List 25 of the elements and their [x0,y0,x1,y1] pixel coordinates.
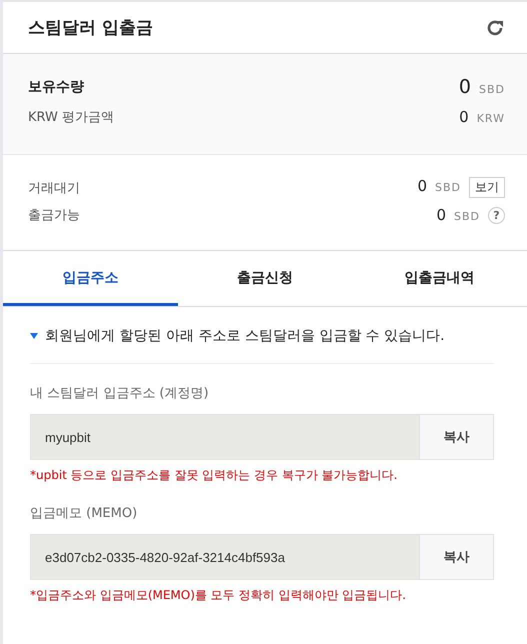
holding-label: KRW 평가금액 [28,109,114,126]
notice-text: 회원님에게 할당된 아래 주소로 스팀달러을 입금할 수 있습니다. [45,327,445,345]
field-label: 내 스팀달러 입금주소 (계정명) [30,385,210,402]
page-title: 스팀달러 입출금 [28,17,153,39]
warning-text: *upbit 등으로 입금주소를 잘못 입력하는 경우 복구가 불가능합니다. [30,467,398,484]
view-button[interactable]: 보기 [469,177,505,198]
balance-label: 거래대기 [28,180,80,196]
balance-label: 출금가능 [28,207,80,224]
help-icon[interactable]: ? [488,206,505,224]
refresh-icon[interactable] [485,18,505,38]
balance-value: 0 [436,206,446,224]
unit-label: KRW [476,112,505,125]
tab[interactable]: 출금신청 [178,251,352,306]
unit-label: SBD [435,181,461,194]
holding-label: 보유수량 [28,78,84,96]
field-label: 입금메모 (MEMO) [30,505,138,522]
holding-value: 0 [458,76,471,98]
tab[interactable]: 입출금내역 [352,251,527,306]
holding-value: 0 [459,108,469,126]
triangle-icon [30,333,38,339]
unit-label: SBD [479,83,505,96]
unit-label: SBD [454,210,480,223]
tab[interactable]: 입금주소 [3,251,178,306]
balance-value: 0 [417,177,427,195]
warning-text: *입금주소와 입금메모(MEMO)를 모두 정확히 입력해야만 입금됩니다. [30,587,407,604]
